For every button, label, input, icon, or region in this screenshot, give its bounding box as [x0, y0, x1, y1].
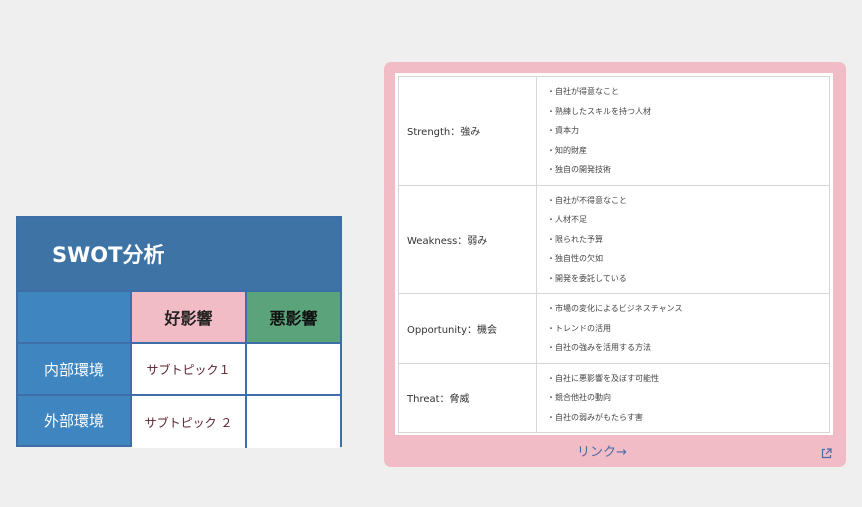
list-item: ・自社が得意なこと: [547, 87, 619, 96]
strength-items: ・自社が得意なこと ・熟練したスキルを持つ人材 ・資本力 ・知的財産 ・独自の開…: [536, 76, 830, 186]
good-influence-header: 好影響: [132, 292, 247, 344]
list-item: ・自社に悪影響を及ぼす可能性: [547, 373, 659, 383]
card-footer: リンク→: [384, 438, 846, 462]
subtopic-2-cell: サブトピック ２: [132, 396, 247, 448]
weakness-items: ・自社が不得意なこと ・人材不足 ・限られた予算 ・独自性の欠如 ・開発を委託し…: [536, 184, 830, 294]
list-item: ・自社が不得意なこと: [547, 195, 627, 205]
weakness-row: Weakness：弱み ・自社が不得意なこと ・人材不足 ・限られた予算 ・独自…: [398, 184, 830, 294]
internal-environment-label: 内部環境: [18, 344, 132, 396]
subtopic-1-cell: サブトピック１: [132, 344, 247, 396]
list-item: ・自社の弱みがもたらす害: [547, 412, 643, 422]
list-item: ・資本力: [547, 126, 579, 135]
swot-detail-table: Strength：強み ・自社が得意なこと ・熟練したスキルを持つ人材 ・資本力…: [398, 76, 830, 433]
list-item: ・独自性の欠如: [547, 254, 603, 263]
threat-label: Threat：脅威: [398, 362, 537, 433]
bad-influence-header: 悪影響: [247, 292, 340, 344]
opportunity-row: Opportunity：機会 ・市場の変化によるビジネスチャンス ・トレンドの活…: [398, 293, 830, 364]
opportunity-label: Opportunity：機会: [398, 293, 537, 364]
external-bad-cell: [247, 396, 340, 448]
list-item: ・競合他社の動向: [547, 393, 611, 402]
list-item: ・知的財産: [547, 145, 587, 155]
card-preview: Strength：強み ・自社が得意なこと ・熟練したスキルを持つ人材 ・資本力…: [395, 73, 833, 435]
weakness-label: Weakness：弱み: [398, 184, 537, 294]
external-environment-label: 外部環境: [18, 396, 132, 445]
list-item: ・自社の強みを活用する方法: [547, 343, 651, 352]
swot-link-card[interactable]: Strength：強み ・自社が得意なこと ・熟練したスキルを持つ人材 ・資本力…: [384, 62, 846, 467]
list-item: ・人材不足: [547, 215, 587, 224]
corner-cell: [18, 292, 132, 344]
list-item: ・独自の開発技術: [547, 165, 611, 174]
internal-bad-cell: [247, 344, 340, 396]
external-link-icon[interactable]: [821, 444, 832, 459]
strength-row: Strength：強み ・自社が得意なこと ・熟練したスキルを持つ人材 ・資本力…: [398, 76, 830, 186]
list-item: ・限られた予算: [547, 234, 603, 244]
list-item: ・開発を委託している: [547, 273, 627, 283]
list-item: ・熟練したスキルを持つ人材: [547, 106, 651, 116]
threat-row: Threat：脅威 ・自社に悪影響を及ぼす可能性 ・競合他社の動向 ・自社の弱み…: [398, 362, 830, 433]
card-link[interactable]: リンク→: [577, 441, 627, 460]
list-item: ・市場の変化によるビジネスチャンス: [547, 304, 683, 313]
threat-items: ・自社に悪影響を及ぼす可能性 ・競合他社の動向 ・自社の弱みがもたらす害: [536, 362, 830, 433]
swot-title: SWOT分析: [18, 218, 340, 292]
opportunity-items: ・市場の変化によるビジネスチャンス ・トレンドの活用 ・自社の強みを活用する方法: [536, 293, 830, 364]
strength-label: Strength：強み: [398, 76, 537, 186]
swot-grid: SWOT分析 好影響 悪影響 内部環境 サブトピック１ 外部環境 サブトピック …: [16, 216, 342, 448]
list-item: ・トレンドの活用: [547, 323, 611, 333]
